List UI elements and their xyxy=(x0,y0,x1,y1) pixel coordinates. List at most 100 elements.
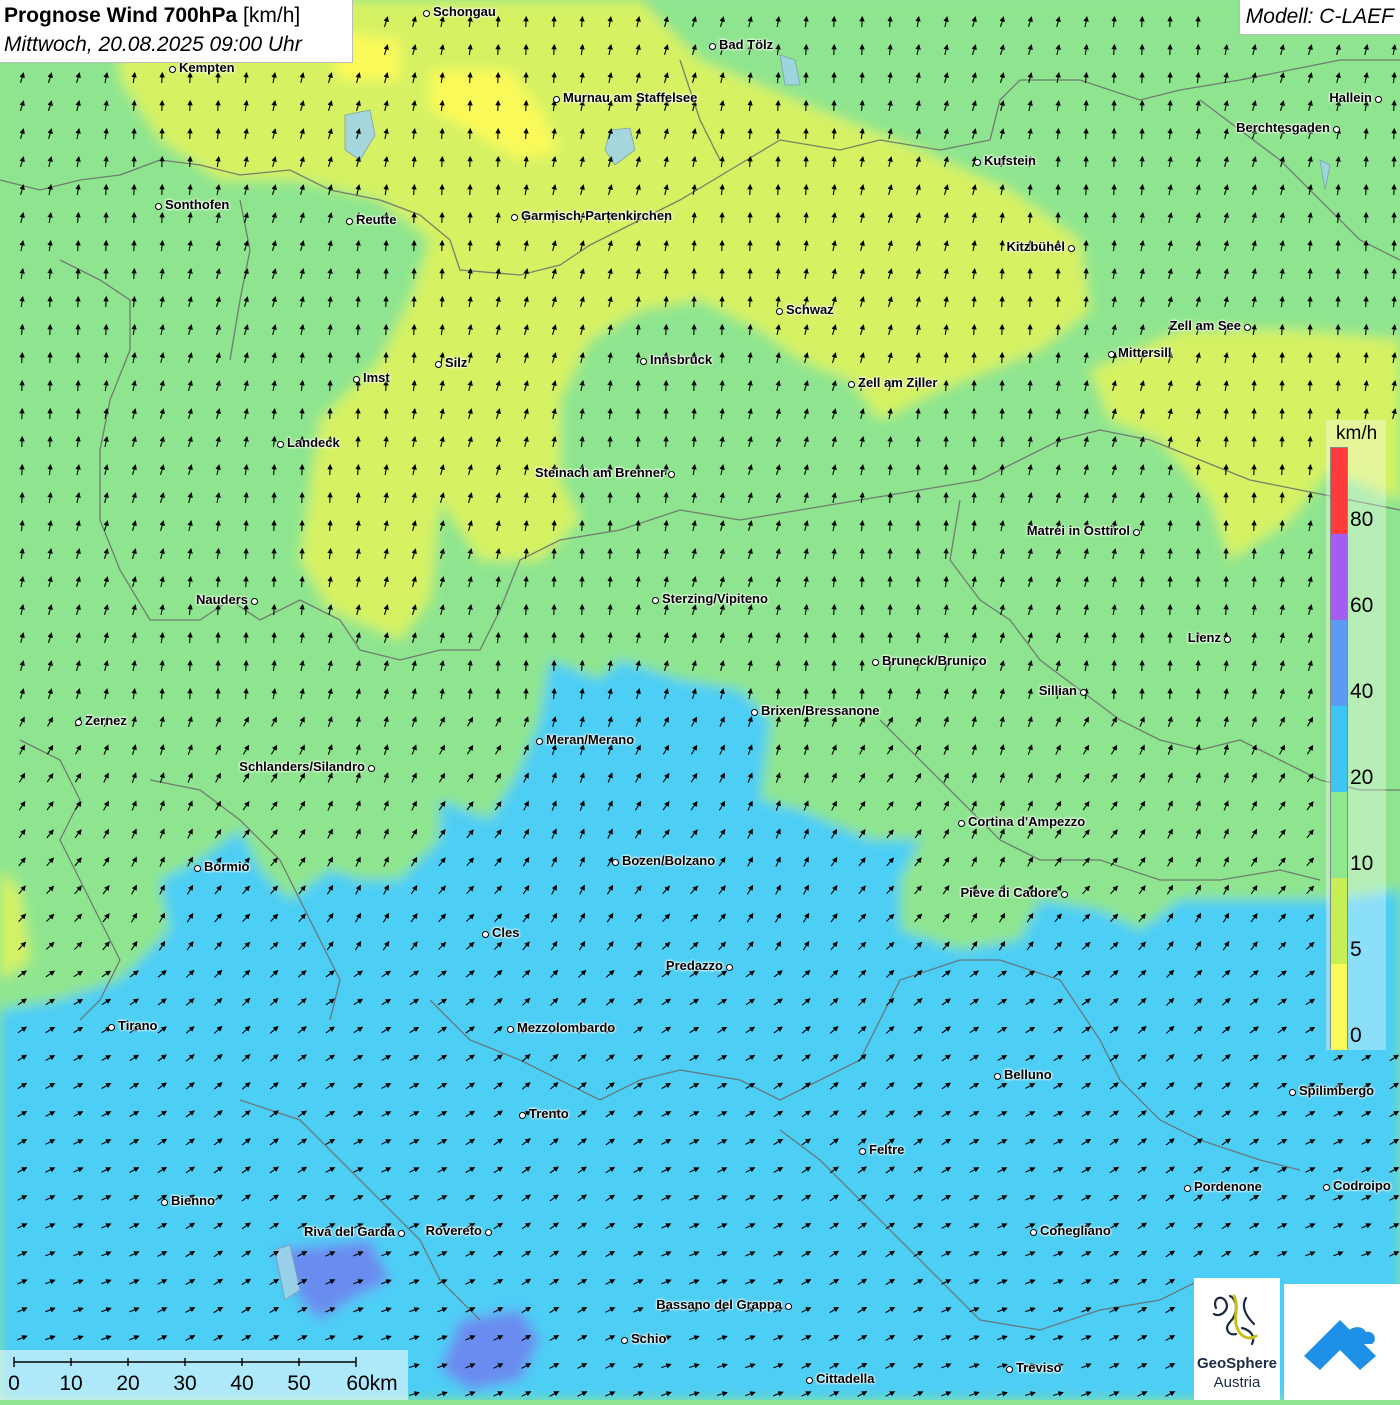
wind-arrow xyxy=(274,605,275,615)
forecast-datetime: Mittwoch, 20.08.2025 09:00 Uhr xyxy=(4,33,302,57)
city-marker xyxy=(553,96,560,103)
city-marker xyxy=(848,381,855,388)
city-marker xyxy=(108,1024,115,1031)
legend-tick-0: 0 xyxy=(1350,1024,1362,1048)
city-label: Steinach am Brenner xyxy=(535,465,665,480)
legend-seg-80 xyxy=(1331,448,1347,534)
city-label: Kitzbühel xyxy=(1007,239,1066,254)
city-label: Cortina d'Ampezzo xyxy=(968,814,1085,829)
wind-arrow xyxy=(1198,17,1199,27)
city-marker xyxy=(346,218,353,225)
city-marker xyxy=(519,1112,526,1119)
city-marker xyxy=(1244,324,1251,331)
city-marker xyxy=(1108,351,1115,358)
city-marker xyxy=(1133,529,1140,536)
wind-arrow xyxy=(1366,185,1367,195)
wind-arrow xyxy=(554,549,555,559)
wind-arrow xyxy=(1282,353,1283,363)
wind-arrow xyxy=(554,45,555,55)
scale-label-40: 40 xyxy=(230,1372,253,1396)
wind-arrow xyxy=(1170,577,1171,587)
color-legend: km/h 80 60 40 20 10 5 0 xyxy=(1326,420,1386,1050)
wind-arrow xyxy=(1086,129,1087,139)
legend-tick-20: 20 xyxy=(1350,766,1373,790)
city-label: Bienno xyxy=(171,1193,215,1208)
legend-seg-60 xyxy=(1331,534,1347,620)
city-marker xyxy=(161,1199,168,1206)
legend-seg-5 xyxy=(1331,878,1347,964)
city-label: Spilimbergo xyxy=(1299,1083,1374,1098)
city-marker xyxy=(353,376,360,383)
scale-label-0: 0 xyxy=(8,1372,20,1396)
wind-arrow xyxy=(78,381,79,391)
city-marker xyxy=(423,10,430,17)
city-marker xyxy=(958,820,965,827)
wind-arrow xyxy=(1058,297,1059,307)
legend-tick-80: 80 xyxy=(1350,508,1373,532)
wind-arrow xyxy=(918,577,919,587)
city-label: Imst xyxy=(363,370,390,385)
city-marker xyxy=(1224,636,1231,643)
wind-arrow xyxy=(162,73,163,83)
city-marker xyxy=(709,43,716,50)
city-marker xyxy=(994,1073,1001,1080)
city-marker xyxy=(872,659,879,666)
legend-seg-20 xyxy=(1331,706,1347,792)
legend-bar xyxy=(1330,447,1348,1049)
wind-arrow xyxy=(330,381,331,391)
city-label: Brixen/Bressanone xyxy=(761,703,880,718)
city-marker xyxy=(1068,245,1075,252)
city-marker xyxy=(75,719,82,726)
city-marker xyxy=(1006,1366,1013,1373)
wind-arrow xyxy=(1114,689,1115,699)
city-marker xyxy=(1289,1089,1296,1096)
wind-arrow xyxy=(806,45,807,55)
scale-label-10: 10 xyxy=(59,1372,82,1396)
scale-ruler xyxy=(0,1350,408,1374)
wind-arrow xyxy=(1142,633,1143,643)
wind-arrow xyxy=(806,689,807,699)
city-marker xyxy=(859,1148,866,1155)
city-label: Matrei in Osttirol xyxy=(1027,523,1130,538)
city-marker xyxy=(806,1377,813,1384)
city-label: Sillian xyxy=(1039,683,1077,698)
city-marker xyxy=(751,709,758,716)
city-label: Pieve di Cadore xyxy=(960,885,1058,900)
city-marker xyxy=(368,765,375,772)
city-marker xyxy=(785,1303,792,1310)
city-label: Sonthofen xyxy=(165,197,229,212)
city-marker xyxy=(621,1337,628,1344)
wind-arrow xyxy=(946,521,947,531)
wind-arrow xyxy=(330,493,331,503)
legend-seg-10 xyxy=(1331,792,1347,878)
city-marker xyxy=(485,1229,492,1236)
city-label: Mittersill xyxy=(1118,345,1171,360)
wind-arrow xyxy=(974,465,975,475)
wind-arrow xyxy=(470,101,471,111)
app-logo[interactable] xyxy=(1284,1284,1400,1400)
wind-arrow xyxy=(246,549,247,559)
city-label: Bassano del Grappa xyxy=(656,1297,782,1312)
wind-arrow xyxy=(274,493,275,503)
geosphere-logo[interactable]: GeoSphere Austria xyxy=(1194,1278,1280,1400)
wind-arrow xyxy=(862,577,863,587)
wind-arrow xyxy=(358,437,359,447)
wind-arrow xyxy=(1310,297,1311,307)
wind-arrow xyxy=(1198,521,1199,531)
city-label: Codroipo xyxy=(1333,1178,1391,1193)
city-label: Riva del Garda xyxy=(304,1224,395,1239)
wind-arrow xyxy=(1114,185,1115,195)
city-marker xyxy=(1184,1185,1191,1192)
wind-arrow xyxy=(610,437,611,447)
wind-arrow xyxy=(1142,17,1143,27)
wind-arrow xyxy=(50,437,51,447)
city-label: Predazzo xyxy=(666,958,723,973)
wind-arrow xyxy=(526,605,527,615)
legend-seg-0 xyxy=(1331,964,1347,1050)
scale-label-50: 50 xyxy=(287,1372,310,1396)
wind-arrow xyxy=(1282,465,1283,475)
city-marker xyxy=(1080,689,1087,696)
city-label: Zell am Ziller xyxy=(858,375,937,390)
city-label: Conegliano xyxy=(1040,1223,1111,1238)
city-label: Trento xyxy=(529,1106,569,1121)
